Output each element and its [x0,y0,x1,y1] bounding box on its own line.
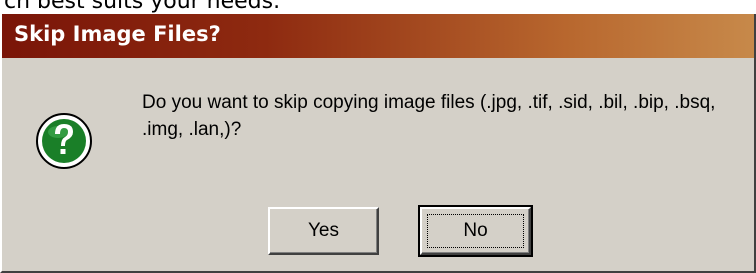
background-page-text-strip: ch best suits your needs. [0,0,756,14]
skip-image-files-dialog: Skip Image Files? Do you want to skip co… [0,14,756,273]
yes-button[interactable]: Yes [268,207,379,255]
yes-button-label: Yes [308,220,339,241]
background-page-text: ch best suits your needs. [4,0,281,14]
no-button-label: No [463,220,488,241]
dialog-message: Do you want to skip copying image files … [142,92,716,140]
dialog-titlebar[interactable]: Skip Image Files? [2,14,754,58]
dialog-title: Skip Image Files? [14,22,221,46]
no-button[interactable]: No [418,205,533,257]
question-icon [34,110,94,170]
